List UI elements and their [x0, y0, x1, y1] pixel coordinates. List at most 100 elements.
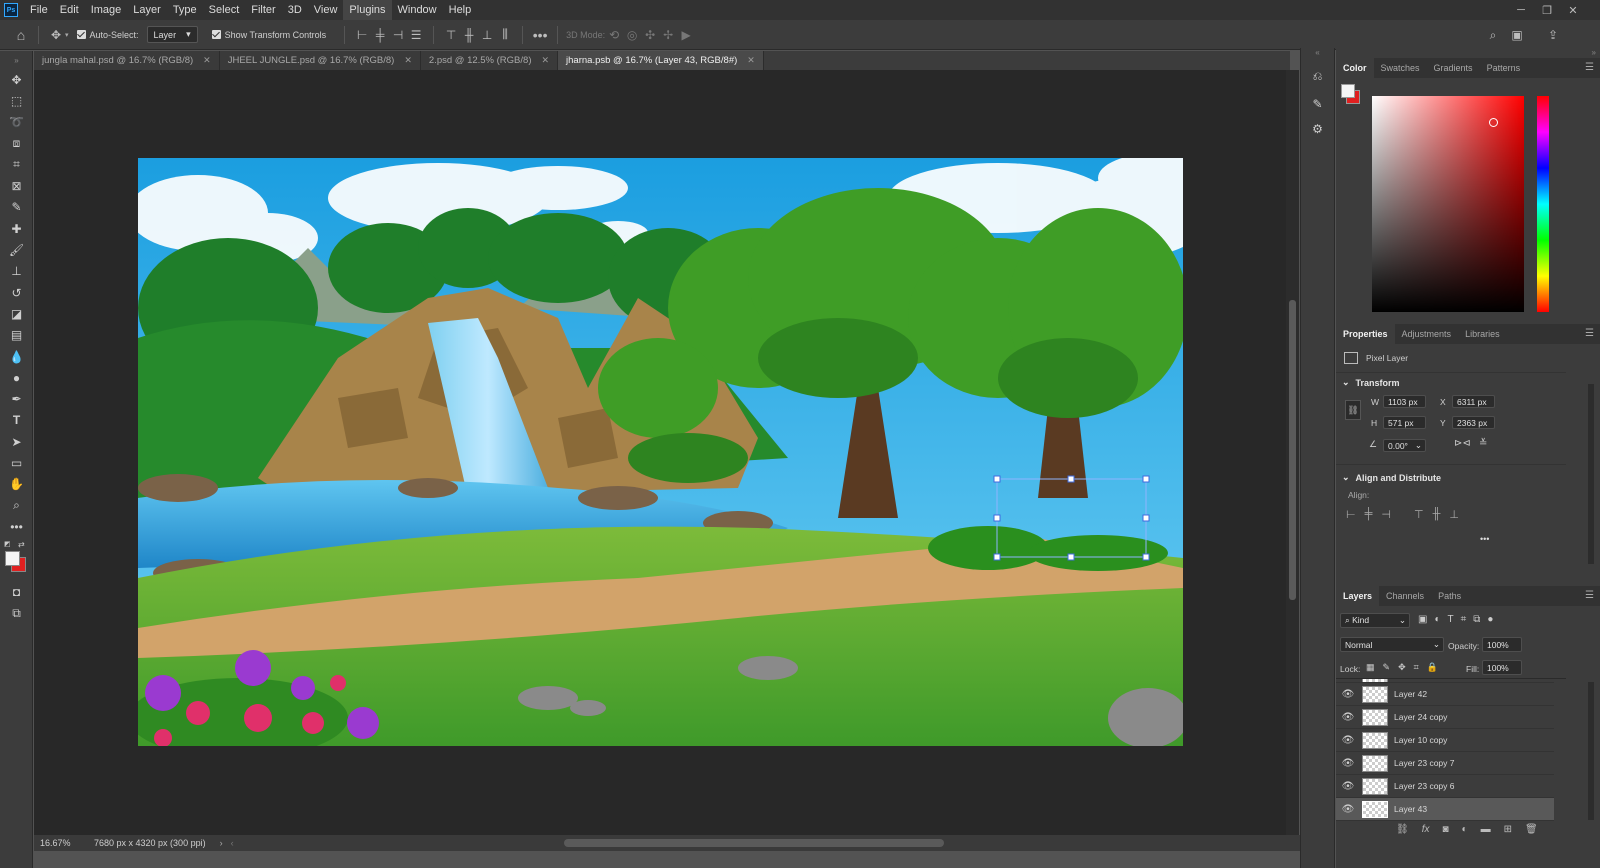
tab-paths[interactable]: Paths — [1431, 586, 1468, 606]
collapse-icon[interactable]: » — [1336, 48, 1600, 58]
checkbox-checked-icon[interactable] — [211, 30, 221, 39]
chevron-right-icon[interactable]: › — [220, 838, 223, 848]
align-center-icon[interactable]: ╪ — [1365, 508, 1373, 521]
menu-plugins[interactable]: Plugins — [343, 0, 392, 20]
tab-channels[interactable]: Channels — [1379, 586, 1431, 606]
restore-icon[interactable]: ❐ — [1536, 0, 1558, 20]
lock-all-icon[interactable]: 🔒 — [1427, 662, 1438, 673]
transform-section-header[interactable]: ⌄ Transform — [1342, 377, 1400, 388]
chevron-down-icon[interactable]: ▾ — [65, 31, 69, 39]
link-layers-icon[interactable]: ⛓ — [1396, 824, 1409, 835]
align-right-icon[interactable]: ⊣ — [1381, 508, 1391, 521]
document-info[interactable]: 7680 px x 4320 px (300 ppi) — [94, 838, 206, 848]
3d-camera-icon[interactable]: ▶ — [677, 26, 695, 44]
auto-select-checkbox[interactable]: Auto-Select: — [76, 30, 139, 40]
history-icon[interactable]: ⎌ — [1301, 62, 1334, 90]
rectangle-tool-icon[interactable]: ▭ — [0, 452, 33, 473]
adjustments-icon[interactable]: ⚙ — [1301, 118, 1334, 140]
tab-gradients[interactable]: Gradients — [1427, 58, 1480, 78]
default-colors-icon[interactable]: ◩ — [4, 540, 11, 548]
marquee-tool-icon[interactable]: ⬚ — [0, 90, 33, 111]
lasso-tool-icon[interactable]: ➰ — [0, 112, 33, 133]
close-icon[interactable]: ✕ — [541, 55, 549, 66]
tab-jungla-mahal[interactable]: jungla mahal.psd @ 16.7% (RGB/8) ✕ — [34, 51, 220, 70]
home-icon[interactable]: ⌂ — [12, 26, 30, 44]
pen-tool-icon[interactable]: ✒ — [0, 388, 33, 409]
tab-libraries[interactable]: Libraries — [1458, 324, 1507, 344]
more-options-icon[interactable]: ••• — [531, 26, 549, 44]
screen-mode-icon[interactable]: ⧉ — [0, 603, 33, 624]
clone-stamp-tool-icon[interactable]: ⊥ — [0, 261, 33, 282]
zoom-tool-icon[interactable]: ⌕ — [0, 495, 33, 516]
distribute-horizontal-icon[interactable]: ☰ — [407, 26, 425, 44]
type-tool-icon[interactable]: T — [0, 410, 33, 431]
tab-jharna[interactable]: jharna.psb @ 16.7% (Layer 43, RGB/8#) ✕ — [558, 51, 764, 70]
menu-filter[interactable]: Filter — [245, 0, 281, 20]
fill-field[interactable]: 100% — [1482, 660, 1522, 675]
eyedropper-tool-icon[interactable]: ✎ — [0, 197, 33, 218]
flip-vertical-icon[interactable]: ≚ — [1479, 438, 1487, 449]
delete-layer-icon[interactable]: 🗑 — [1525, 824, 1538, 835]
align-right-icon[interactable]: ⊣ — [389, 26, 407, 44]
eye-icon[interactable]: 👁 — [1336, 758, 1360, 769]
lock-position-icon[interactable]: ✥ — [1398, 662, 1406, 673]
angle-field[interactable]: 0.00° ⌄ — [1383, 439, 1426, 452]
tab-properties[interactable]: Properties — [1336, 324, 1395, 344]
add-mask-icon[interactable]: ◙ — [1442, 824, 1448, 835]
layers-scrollbar[interactable] — [1588, 682, 1594, 820]
filter-type-icon[interactable]: T — [1448, 614, 1454, 625]
gradient-tool-icon[interactable]: ▤ — [0, 325, 33, 346]
minimize-icon[interactable]: ─ — [1510, 0, 1532, 20]
y-field[interactable]: 2363 px — [1452, 416, 1495, 429]
edit-toolbar-icon[interactable]: ••• — [0, 516, 33, 537]
menu-file[interactable]: File — [24, 0, 54, 20]
share-icon[interactable]: ⇪ — [1544, 26, 1562, 44]
menu-image[interactable]: Image — [85, 0, 128, 20]
show-transform-checkbox[interactable]: Show Transform Controls — [211, 30, 326, 40]
horizontal-scrollbar[interactable] — [564, 839, 944, 847]
menu-edit[interactable]: Edit — [54, 0, 85, 20]
3d-pan-icon[interactable]: ✣ — [641, 26, 659, 44]
layer-row[interactable]: 👁 Layer 23 copy 7 — [1336, 752, 1554, 775]
new-layer-icon[interactable]: ⊞ — [1504, 824, 1512, 835]
tab-swatches[interactable]: Swatches — [1374, 58, 1427, 78]
search-icon[interactable]: ⌕ — [1484, 26, 1502, 44]
brush-tool-icon[interactable]: 🖌 — [0, 239, 33, 260]
close-icon[interactable]: ✕ — [747, 55, 755, 66]
move-tool-icon[interactable]: ✥ — [0, 69, 33, 90]
flip-horizontal-icon[interactable]: ⊳⊲ — [1454, 438, 1471, 449]
foreground-color-swatch[interactable] — [5, 550, 20, 566]
align-bottom-icon[interactable]: ⊥ — [1449, 508, 1459, 521]
3d-orbit-icon[interactable]: ⟲ — [605, 26, 623, 44]
blur-tool-icon[interactable]: 💧 — [0, 346, 33, 367]
align-left-icon[interactable]: ⊢ — [1346, 508, 1356, 521]
workspace-icon[interactable]: ▣ — [1508, 26, 1526, 44]
auto-select-target-dropdown[interactable]: Layer ▾ — [146, 26, 198, 43]
menu-select[interactable]: Select — [203, 0, 246, 20]
tab-2-psd[interactable]: 2.psd @ 12.5% (RGB/8) ✕ — [420, 51, 559, 70]
collapse-icon[interactable]: » — [0, 51, 33, 69]
history-brush-tool-icon[interactable]: ↺ — [0, 282, 33, 303]
eye-icon[interactable]: 👁 — [1336, 712, 1360, 723]
panel-menu-icon[interactable]: ☰ — [1585, 328, 1594, 339]
3d-roll-icon[interactable]: ◎ — [623, 26, 641, 44]
checkbox-checked-icon[interactable] — [76, 30, 86, 39]
swap-colors-icon[interactable]: ⇄ — [18, 540, 25, 549]
scroll-thumb[interactable] — [1289, 300, 1296, 600]
eye-icon[interactable]: 👁 — [1336, 735, 1360, 746]
hue-slider[interactable] — [1537, 96, 1549, 312]
object-select-tool-icon[interactable]: ⧈ — [0, 133, 33, 154]
eraser-tool-icon[interactable]: ◪ — [0, 303, 33, 324]
hand-tool-icon[interactable]: ✋ — [0, 474, 33, 495]
eye-icon[interactable]: 👁 — [1336, 804, 1360, 815]
lock-transparency-icon[interactable]: ▦ — [1366, 662, 1375, 673]
path-selection-tool-icon[interactable]: ➤ — [0, 431, 33, 452]
width-field[interactable]: 1103 px — [1383, 395, 1426, 408]
document-canvas[interactable] — [138, 158, 1183, 746]
layer-row[interactable]: 👁 Layer 42 — [1336, 683, 1554, 706]
menu-help[interactable]: Help — [443, 0, 478, 20]
close-icon[interactable]: ✕ — [404, 55, 412, 66]
align-middle-icon[interactable]: ╫ — [1433, 508, 1441, 521]
chevron-left-icon[interactable]: ‹ — [231, 838, 234, 848]
canvas-area[interactable] — [34, 70, 1286, 835]
